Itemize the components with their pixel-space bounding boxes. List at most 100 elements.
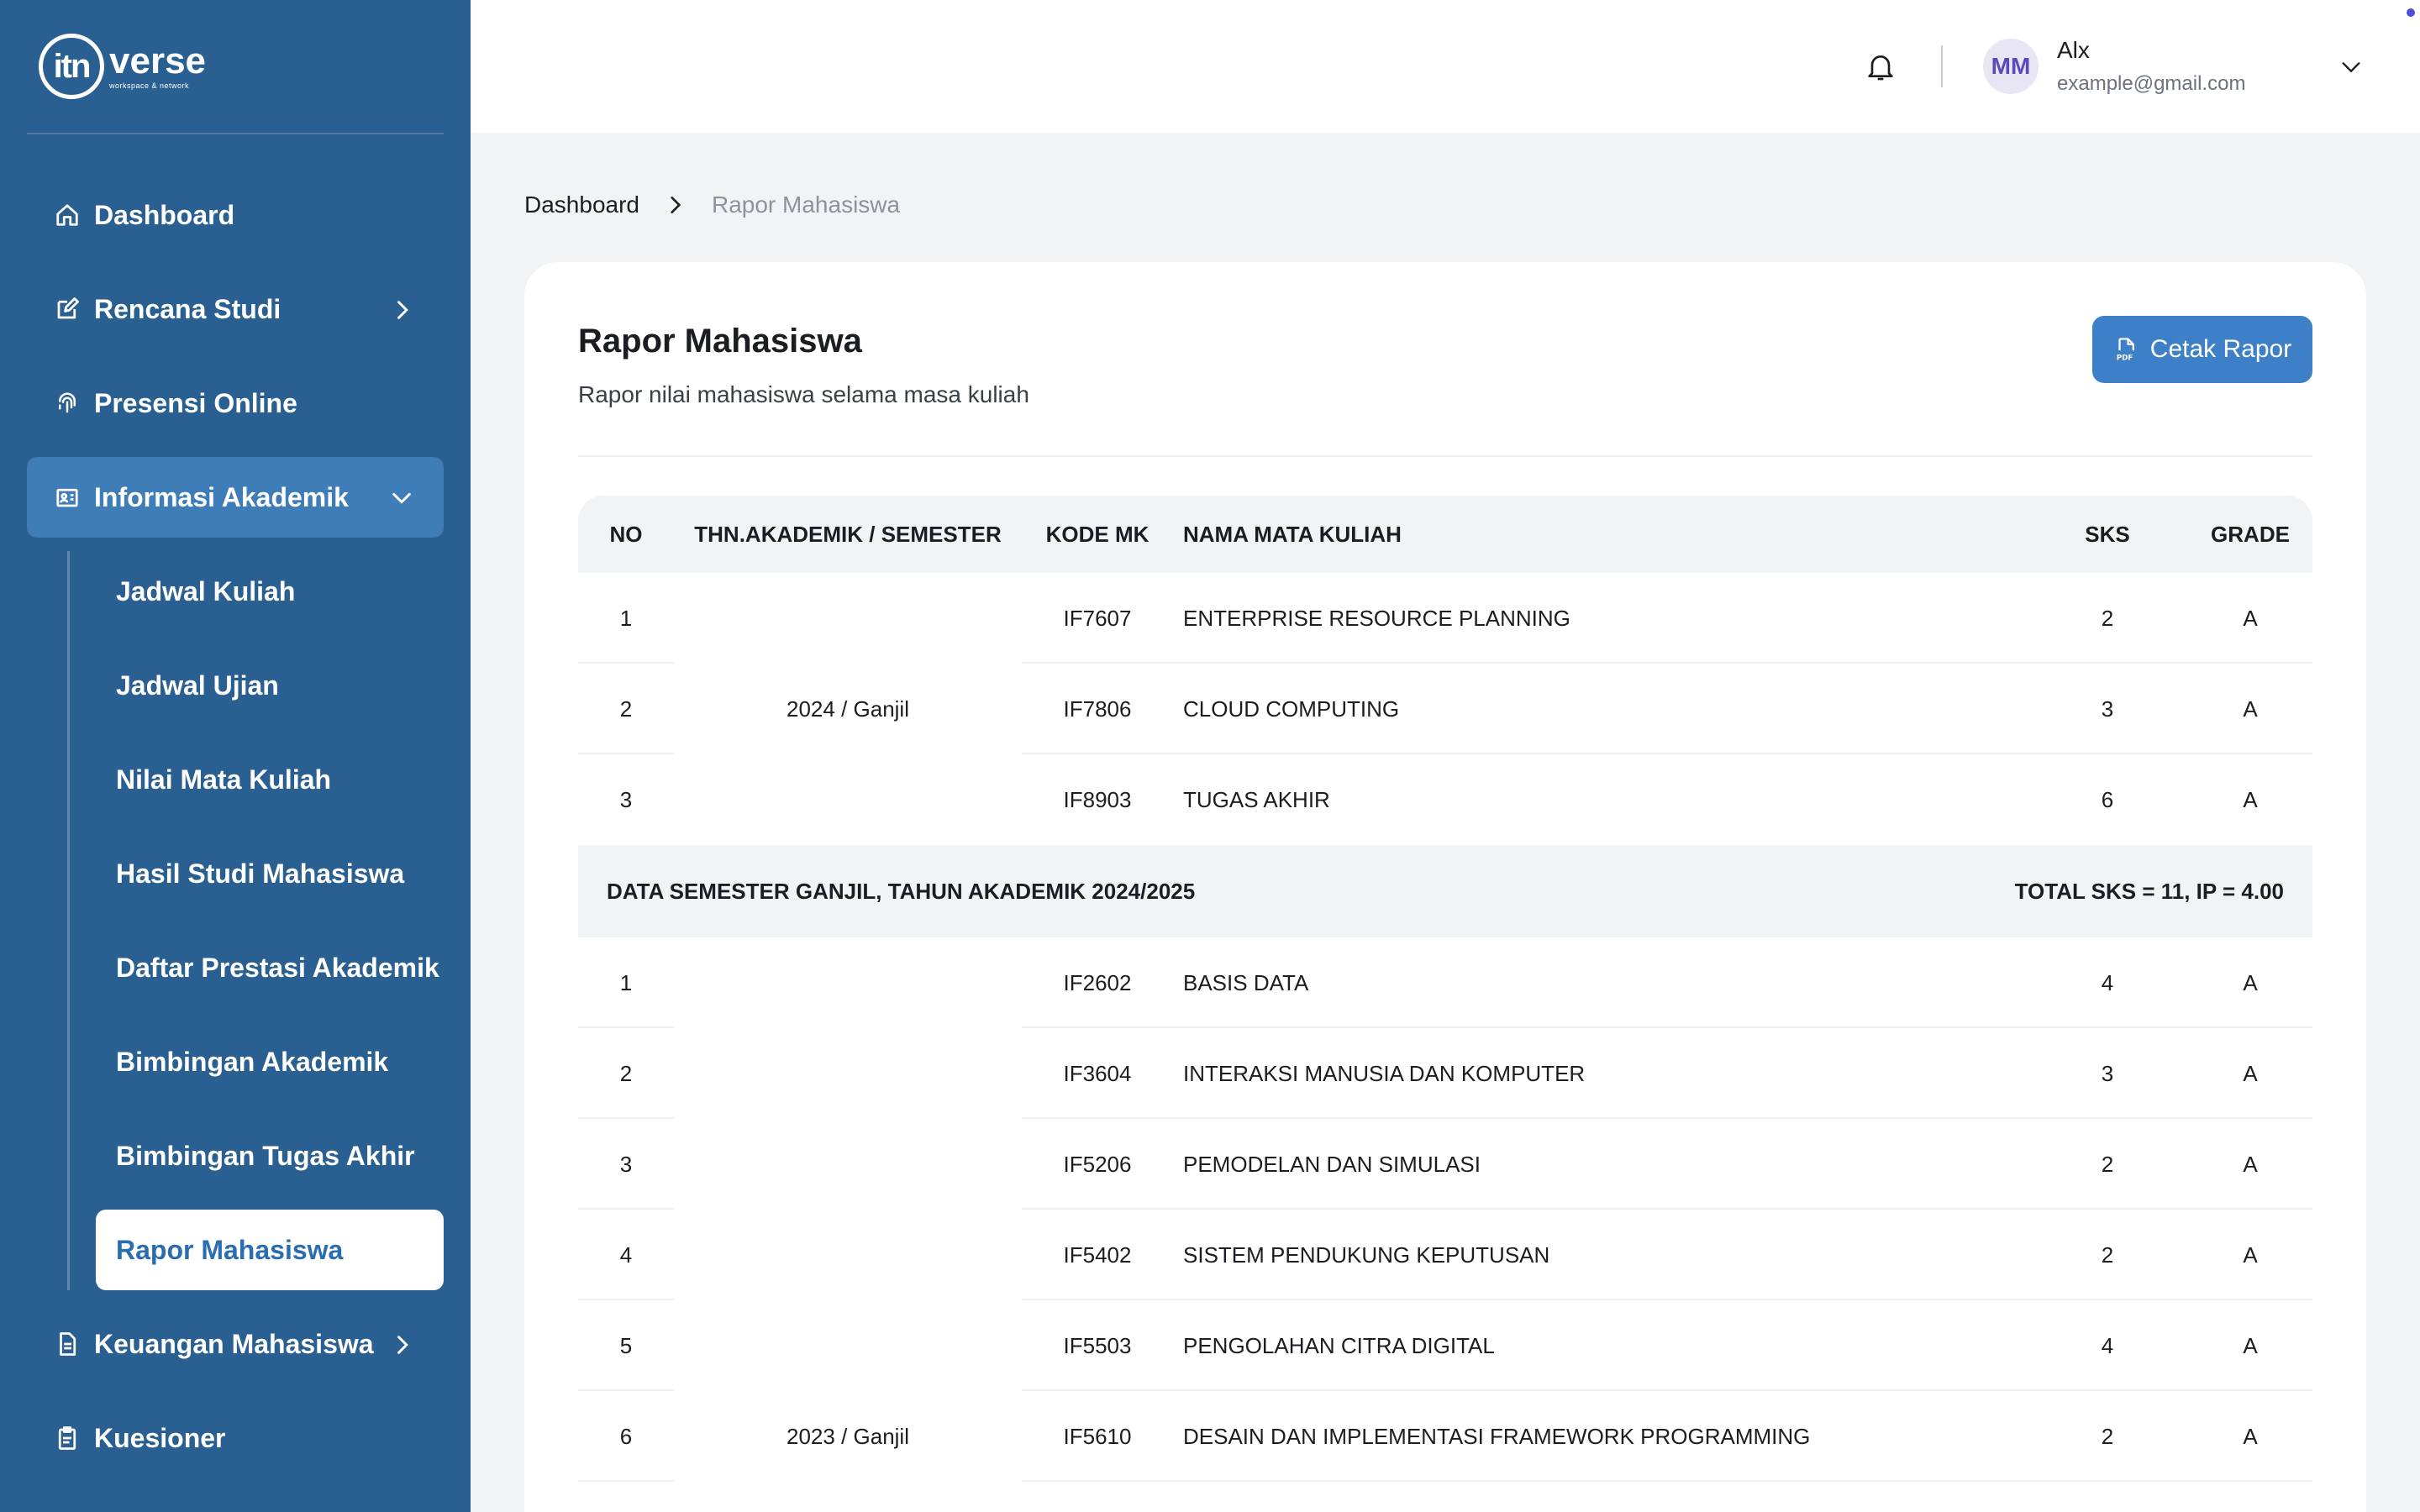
sidebar-item-label: Keuangan Mahasiswa <box>94 1328 374 1359</box>
cell-kode: IF7607 <box>1063 605 1132 631</box>
logo[interactable]: itn verse workspace & network <box>39 34 206 99</box>
column-header-kode: KODE MK <box>1045 521 1150 547</box>
row-divider <box>578 1480 674 1482</box>
row-divider <box>1022 1480 2312 1482</box>
table-row: 4 IF5402 SISTEM PENDUKUNG KEPUTUSAN 2 A <box>578 1210 2312 1300</box>
cell-nama: CLOUD COMPUTING <box>1183 696 1400 722</box>
cell-sks: 3 <box>2101 696 2114 722</box>
page-title: Rapor Mahasiswa <box>578 323 862 360</box>
sidebar-subitem-bimbingan-tugas-akhir[interactable]: Bimbingan Tugas Akhir <box>96 1116 444 1196</box>
user-name: Alx <box>2057 37 2090 63</box>
cell-sks: 2 <box>2101 605 2114 631</box>
header-separator <box>1941 45 1943 87</box>
logo-tagline: workspace & network <box>109 81 190 90</box>
sidebar-item-kuesioner[interactable]: Kuesioner <box>27 1398 444 1478</box>
cell-kode: IF8903 <box>1063 786 1132 812</box>
sidebar-subitem-hasil-studi[interactable]: Hasil Studi Mahasiswa <box>96 833 444 914</box>
sidebar-item-label: Presensi Online <box>94 387 297 418</box>
table-row: 5 IF5503 PENGOLAHAN CITRA DIGITAL 4 A <box>578 1300 2312 1391</box>
cell-sks: 2 <box>2101 1151 2114 1177</box>
report-card: Rapor Mahasiswa Rapor nilai mahasiswa se… <box>524 262 2366 1512</box>
cell-kode: IF5503 <box>1063 1332 1132 1358</box>
status-dot <box>2407 8 2415 17</box>
sidebar-item-label: Dashboard <box>94 199 235 230</box>
cell-no: 3 <box>619 1151 633 1177</box>
chevron-right-icon <box>390 297 413 321</box>
cell-sks: 4 <box>2101 1332 2114 1358</box>
cell-sks: 6 <box>2101 786 2114 812</box>
column-header-sks: SKS <box>2085 521 2130 547</box>
grades-table: NO THN.AKADEMIK / SEMESTER KODE MK NAMA … <box>578 496 2312 1512</box>
pdf-file-icon: PDF <box>2113 336 2139 363</box>
sidebar-item-presensi-online[interactable]: Presensi Online <box>27 363 444 444</box>
sidebar-item-label: Rencana Studi <box>94 293 281 324</box>
sidebar-subitem-label: Hasil Studi Mahasiswa <box>116 858 405 889</box>
cell-grade: A <box>2243 1242 2258 1268</box>
cell-nama: TUGAS AKHIR <box>1183 786 1330 812</box>
cell-grade: A <box>2243 1151 2258 1177</box>
cell-no: 6 <box>619 1423 633 1449</box>
cell-no: 2 <box>619 696 633 722</box>
cell-grade: A <box>2243 1060 2258 1086</box>
cell-no: 3 <box>619 786 633 812</box>
cell-no: 1 <box>619 969 633 995</box>
top-bar <box>471 0 2420 133</box>
sidebar-subitem-jadwal-kuliah[interactable]: Jadwal Kuliah <box>96 551 444 632</box>
home-icon <box>54 202 81 228</box>
table-row: 1 IF2602 BASIS DATA 4 A <box>578 937 2312 1028</box>
cell-nama: BASIS DATA <box>1183 969 1309 995</box>
cell-no: 1 <box>619 605 633 631</box>
chevron-down-icon <box>390 486 413 509</box>
print-report-button[interactable]: PDF Cetak Rapor <box>2092 316 2312 383</box>
cell-nama: DESAIN DAN IMPLEMENTASI FRAMEWORK PROGRA… <box>1183 1423 1811 1449</box>
table-row: 3 IF8903 TUGAS AKHIR 6 A <box>578 754 2312 845</box>
svg-text:PDF: PDF <box>2117 354 2133 363</box>
cell-kode: IF5610 <box>1063 1423 1132 1449</box>
semester-summary-label: DATA SEMESTER GANJIL, TAHUN AKADEMIK 202… <box>607 878 1196 904</box>
sidebar-subitem-label: Jadwal Kuliah <box>116 575 296 606</box>
column-header-semester: THN.AKADEMIK / SEMESTER <box>694 521 1002 547</box>
sidebar-subitem-rapor-mahasiswa[interactable]: Rapor Mahasiswa <box>96 1210 444 1290</box>
notification-bell-icon[interactable] <box>1864 49 1897 84</box>
sidebar: itn verse workspace & network Dashboard … <box>0 0 471 1512</box>
sidebar-item-label: Kuesioner <box>94 1422 226 1453</box>
user-menu-chevron-icon[interactable] <box>2339 55 2363 79</box>
sidebar-subitem-label: Bimbingan Akademik <box>116 1046 389 1077</box>
column-header-no: NO <box>609 521 643 547</box>
sidebar-item-keuangan-mahasiswa[interactable]: Keuangan Mahasiswa <box>27 1304 444 1384</box>
sidebar-subitem-label: Daftar Prestasi Akademik <box>116 952 439 983</box>
cell-kode: IF3604 <box>1063 1060 1132 1086</box>
sidebar-item-dashboard[interactable]: Dashboard <box>27 175 444 255</box>
submenu-line <box>67 551 70 1290</box>
cell-kode: IF7806 <box>1063 696 1132 722</box>
column-header-grade: GRADE <box>2211 521 2290 547</box>
cell-nama: PEMODELAN DAN SIMULASI <box>1183 1151 1481 1177</box>
sidebar-item-informasi-akademik[interactable]: Informasi Akademik <box>27 457 444 538</box>
cell-grade: A <box>2243 786 2258 812</box>
breadcrumb: Dashboard Rapor Mahasiswa <box>524 192 900 218</box>
sidebar-subitem-daftar-prestasi[interactable]: Daftar Prestasi Akademik <box>96 927 444 1008</box>
cell-grade: A <box>2243 605 2258 631</box>
sidebar-item-rencana-studi[interactable]: Rencana Studi <box>27 269 444 349</box>
breadcrumb-current: Rapor Mahasiswa <box>711 192 901 218</box>
cell-grade: A <box>2243 969 2258 995</box>
cell-nama: INTERAKSI MANUSIA DAN KOMPUTER <box>1183 1060 1586 1086</box>
edit-icon <box>54 296 81 323</box>
id-card-icon <box>54 484 81 511</box>
chevron-right-icon <box>665 194 687 216</box>
breadcrumb-dashboard[interactable]: Dashboard <box>524 192 639 218</box>
page-subtitle: Rapor nilai mahasiswa selama masa kuliah <box>578 381 1029 407</box>
sidebar-subitem-jadwal-ujian[interactable]: Jadwal Ujian <box>96 645 444 726</box>
avatar[interactable]: MM <box>1983 39 2039 94</box>
sidebar-subitem-nilai-mata-kuliah[interactable]: Nilai Mata Kuliah <box>96 739 444 820</box>
clipboard-icon <box>54 1425 81 1452</box>
cell-semester: 2024 / Ganjil <box>786 696 909 722</box>
sidebar-subitem-label: Bimbingan Tugas Akhir <box>116 1140 415 1171</box>
table-header: NO THN.AKADEMIK / SEMESTER KODE MK NAMA … <box>578 496 2312 573</box>
semester-summary-row: DATA SEMESTER GANJIL, TAHUN AKADEMIK 202… <box>578 845 2312 937</box>
chevron-right-icon <box>390 1332 413 1356</box>
sidebar-subitem-bimbingan-akademik[interactable]: Bimbingan Akademik <box>96 1021 444 1102</box>
logo-mark: itn <box>39 34 104 99</box>
card-divider <box>578 455 2312 457</box>
cell-no: 5 <box>619 1332 633 1358</box>
